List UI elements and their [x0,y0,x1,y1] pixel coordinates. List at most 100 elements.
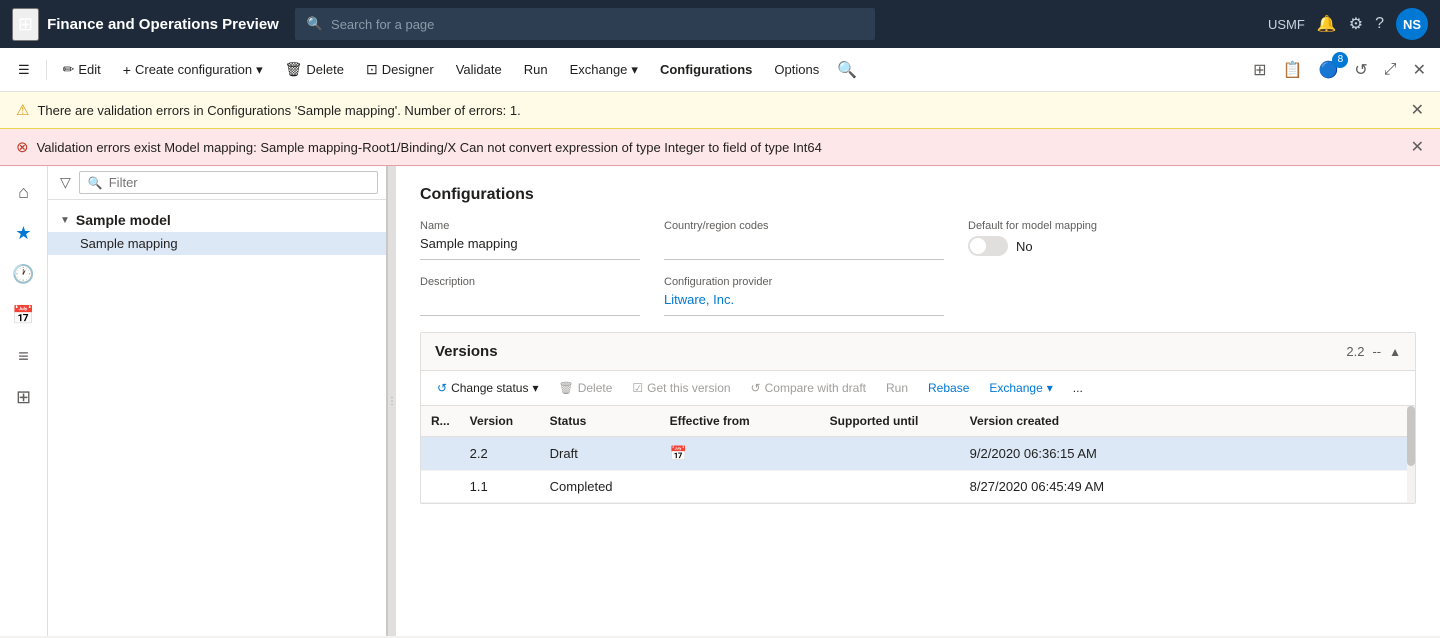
search-toolbar-icon[interactable]: 🔍 [831,60,863,80]
home-icon[interactable]: ⌂ [10,174,37,211]
configurations-button[interactable]: Configurations [650,58,762,81]
expand-icon[interactable]: ⤢ [1378,57,1403,83]
refresh-icon[interactable]: ↺ [1348,56,1373,84]
settings-icon[interactable]: ⚙ [1349,14,1363,34]
config-section-title: Configurations [420,186,1416,204]
table-row[interactable]: 2.2 Draft 📅 9/2/2020 06:36:15 AM [421,437,1407,471]
cell-supported [820,471,960,503]
edit-button[interactable]: ✏ Edit [53,57,111,82]
connect-icon[interactable]: ⊞ [1247,56,1272,84]
star-icon[interactable]: ★ [7,215,39,252]
menu-button[interactable]: ☰ [8,58,40,82]
toggle-knob [970,238,986,254]
bell-icon[interactable]: 🔔 [1317,14,1337,34]
warning-alert: ⚠ There are validation errors in Configu… [0,92,1440,129]
filter-search-icon: 🔍 [88,176,103,190]
help-icon[interactable]: ? [1375,15,1384,33]
edit-icon: ✏ [63,61,75,78]
cell-r [421,437,460,471]
designer-button[interactable]: ⊡ Designer [356,57,444,82]
app-title: Finance and Operations Preview [47,16,279,33]
empty-cell [968,276,1416,316]
grid2-icon[interactable]: ⊞ [8,379,39,416]
description-label: Description [420,276,640,288]
list-icon[interactable]: ≡ [10,338,37,375]
create-config-button[interactable]: + Create configuration ▾ [113,58,273,82]
versions-table: R... Version Status Effective from Suppo… [421,406,1407,503]
filter-icon[interactable]: ▽ [56,170,75,195]
warning-icon: ⚠ [16,101,29,119]
badge-icon[interactable]: 🔵 8 [1312,56,1344,84]
tree-child-label: Sample mapping [80,236,178,251]
sidebar-icons: ⌂ ★ 🕐 📅 ≡ ⊞ [0,166,48,636]
designer-icon: ⊡ [366,61,378,78]
error-close-button[interactable]: ✕ [1411,137,1424,157]
versions-toolbar: ↺ Change status ▾ 🗑 Delete ☑ Get this ve… [421,371,1415,406]
drag-handle[interactable]: ⋮ [388,166,396,636]
default-mapping-field: Default for model mapping No [968,220,1416,260]
ver-exchange-button[interactable]: Exchange ▾ [981,377,1060,399]
ver-delete-button[interactable]: 🗑 Delete [550,377,620,399]
validate-button[interactable]: Validate [446,58,512,81]
toolbar: ☰ ✏ Edit + Create configuration ▾ 🗑 Dele… [0,48,1440,92]
country-value [664,236,944,260]
cell-version-created: 8/27/2020 06:45:49 AM [960,471,1407,503]
warning-close-button[interactable]: ✕ [1411,100,1424,120]
get-version-button[interactable]: ☑ Get this version [624,377,738,399]
menu-icon: ☰ [18,62,30,78]
change-status-icon: ↺ [437,381,447,395]
exchange-button[interactable]: Exchange ▾ [560,58,648,82]
cell-effective: 📅 [660,437,820,471]
name-label: Name [420,220,640,232]
tree-parent-item[interactable]: ▼ Sample model [48,208,386,232]
cell-version: 2.2 [460,437,540,471]
cell-supported [820,437,960,471]
delete-button[interactable]: 🗑 Delete [275,57,354,82]
version-sep: -- [1372,344,1381,359]
search-input[interactable] [331,17,863,32]
col-version: Version [460,406,540,437]
content-panel: Configurations Name Sample mapping Count… [396,166,1440,636]
table-row[interactable]: 1.1 Completed 8/27/2020 06:45:49 AM [421,471,1407,503]
tree-filter[interactable]: 🔍 [79,171,378,194]
versions-header: Versions 2.2 -- ▲ [421,333,1415,371]
ver-run-button[interactable]: Run [878,377,916,399]
user-text: USMF [1268,17,1305,32]
config-provider-value[interactable]: Litware, Inc. [664,292,944,316]
options-button[interactable]: Options [764,58,829,81]
versions-collapse-icon[interactable]: ▲ [1389,345,1401,359]
calendar-icon[interactable]: 📅 [4,297,42,334]
compare-draft-button[interactable]: ↺ Compare with draft [743,377,874,399]
more-button[interactable]: ... [1065,377,1091,399]
run-button[interactable]: Run [514,58,558,81]
close-icon[interactable]: ✕ [1407,56,1432,84]
col-r: R... [421,406,460,437]
grid-icon[interactable]: ⊞ [12,8,39,41]
avatar[interactable]: NS [1396,8,1428,40]
versions-table-wrapper: R... Version Status Effective from Suppo… [421,406,1415,503]
main-layout: ⌂ ★ 🕐 📅 ≡ ⊞ ▽ 🔍 ▼ Sample model Sample ma… [0,166,1440,636]
config-form: Configurations Name Sample mapping Count… [396,166,1440,332]
cell-version-created: 9/2/2020 06:36:15 AM [960,437,1407,471]
filter-input[interactable] [109,175,369,190]
sep1 [46,60,47,80]
collapse-icon: ▼ [60,215,70,226]
scrollbar[interactable] [1407,406,1415,503]
view-icon[interactable]: 📋 [1277,56,1309,84]
config-provider-field: Configuration provider Litware, Inc. [664,276,944,316]
search-bar[interactable]: 🔍 [295,8,875,40]
cell-effective [660,471,820,503]
col-effective: Effective from [660,406,820,437]
change-status-chevron: ▾ [532,381,538,395]
warning-text: There are validation errors in Configura… [37,103,520,118]
tree-child-item[interactable]: Sample mapping [48,232,386,255]
compare-icon: ↺ [751,381,761,395]
default-mapping-toggle[interactable] [968,236,1008,256]
change-status-button[interactable]: ↺ Change status ▾ [429,377,546,399]
name-value: Sample mapping [420,236,640,260]
clock-icon[interactable]: 🕐 [4,256,42,293]
scroll-thumb [1407,406,1415,466]
cell-version: 1.1 [460,471,540,503]
col-status: Status [540,406,660,437]
rebase-button[interactable]: Rebase [920,377,977,399]
